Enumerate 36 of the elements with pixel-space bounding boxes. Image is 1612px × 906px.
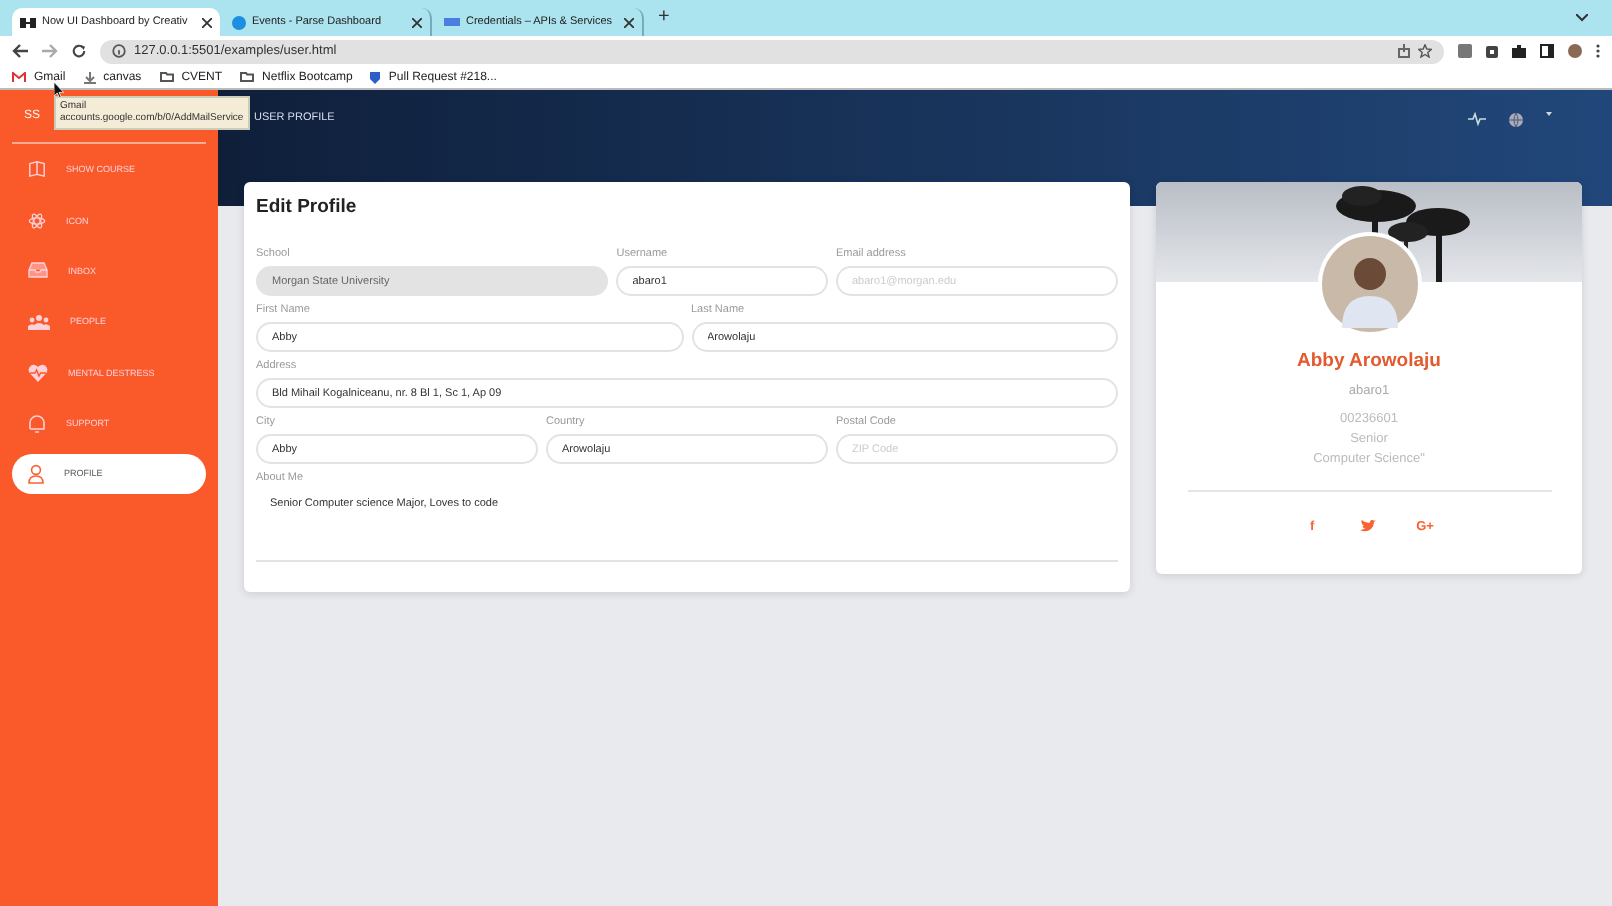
chevron-down-icon[interactable] [1576,14,1588,22]
caret-icon[interactable] [1546,112,1552,116]
mail-icon [12,72,26,82]
close-icon[interactable] [202,17,212,27]
book-icon [28,160,46,179]
folder-icon [159,72,174,82]
close-icon[interactable] [624,17,634,27]
folder-icon [240,72,255,82]
extension-icon[interactable] [1486,45,1498,57]
tab-favicon-icon [20,17,36,27]
heart-icon [28,363,48,382]
bell-icon [28,413,46,434]
tab-favicon-icon [232,15,246,29]
activity-icon[interactable] [1468,112,1486,126]
avatar [1317,232,1421,336]
close-icon[interactable] [412,17,422,27]
shield-icon [370,71,381,83]
new-tab-button[interactable]: + [658,8,670,28]
profile-avatar[interactable] [1568,44,1582,58]
bird-icon [1360,520,1377,532]
star-icon[interactable] [1418,44,1432,58]
atom-icon [28,211,46,230]
download-icon [83,71,96,83]
twitter-link[interactable] [1360,516,1377,536]
profile-name: Abby Arowolaju [1297,350,1441,372]
card-title: Edit Profile [256,196,359,218]
share-icon[interactable] [1398,44,1410,58]
reload-icon[interactable] [72,44,86,58]
info-icon [112,44,126,58]
inbox-icon [28,262,48,279]
back-icon[interactable] [12,44,28,58]
user-icon [28,463,44,484]
tab-favicon-icon [444,18,460,26]
people-icon [28,313,50,330]
globe-icon[interactable] [1508,112,1524,128]
sidepanel-icon[interactable] [1540,44,1554,58]
